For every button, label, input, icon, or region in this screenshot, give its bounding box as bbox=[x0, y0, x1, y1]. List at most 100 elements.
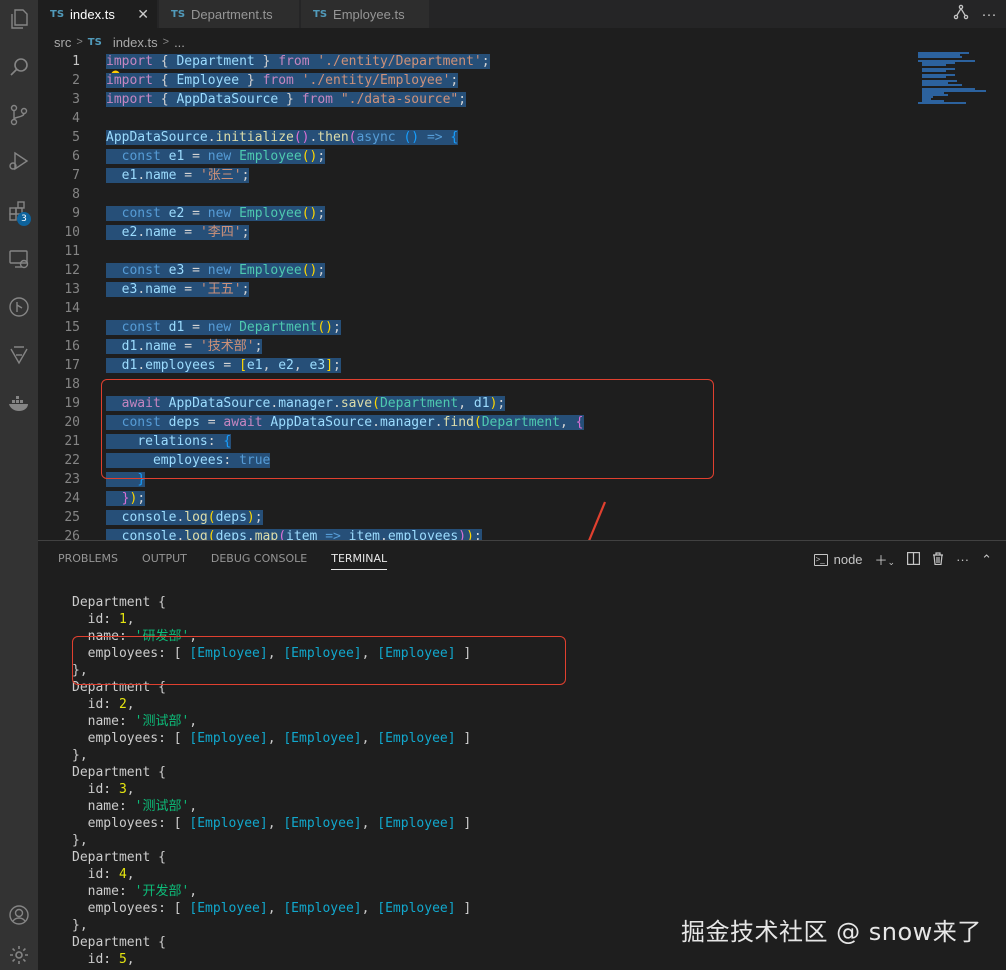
line-number: 5 bbox=[72, 130, 80, 145]
close-icon[interactable]: ✕ bbox=[137, 6, 149, 23]
breadcrumb-more[interactable]: ... bbox=[174, 35, 185, 50]
minimap-line bbox=[922, 76, 946, 78]
code-text: e2.name = '李四'; bbox=[106, 223, 250, 242]
terminal-employees-line: employees: [ [Employee], [Employee], [Em… bbox=[72, 901, 472, 916]
code-line[interactable]: 8 bbox=[38, 185, 918, 204]
code-line[interactable]: 4 bbox=[38, 109, 918, 128]
code-text: }); bbox=[106, 489, 146, 508]
code-text: console.log(deps.map(item => item.employ… bbox=[106, 527, 482, 540]
tab-label: Department.ts bbox=[191, 6, 273, 22]
code-line[interactable]: 2 import { Employee } from './entity/Empl… bbox=[38, 71, 918, 90]
line-number: 18 bbox=[64, 377, 80, 392]
typescript-file-icon: TS bbox=[50, 8, 65, 20]
line-number: 13 bbox=[64, 282, 80, 297]
editor-actions: ··· bbox=[950, 0, 1006, 28]
add-terminal-icon[interactable]: ＋⌄ bbox=[875, 550, 896, 569]
code-line[interactable]: 13 e3.name = '王五'; bbox=[38, 280, 918, 299]
breadcrumb-folder[interactable]: src bbox=[54, 35, 71, 50]
code-line[interactable]: 9 const e2 = new Employee(); bbox=[38, 204, 918, 223]
code-text: const e3 = new Employee(); bbox=[106, 261, 326, 280]
line-number: 25 bbox=[64, 510, 80, 525]
docker-icon[interactable] bbox=[0, 384, 38, 422]
breadcrumb-file[interactable]: index.ts bbox=[113, 35, 158, 50]
source-control-icon[interactable] bbox=[0, 96, 38, 134]
terminal-employees-line: employees: [ [Employee], [Employee], [Em… bbox=[72, 816, 472, 831]
terminal-name[interactable]: node bbox=[834, 552, 863, 567]
tab-index-ts[interactable]: TS index.ts ✕ bbox=[38, 0, 158, 28]
panel-actions: >_ node ＋⌄ ··· ⌃ bbox=[813, 550, 992, 569]
minimap-line bbox=[918, 56, 962, 58]
line-number: 24 bbox=[64, 491, 80, 506]
remote-explorer-icon[interactable] bbox=[0, 240, 38, 278]
source-graph-icon[interactable] bbox=[950, 4, 972, 24]
line-number: 1 bbox=[72, 54, 80, 69]
tab-employee-ts[interactable]: TS Employee.ts bbox=[301, 0, 430, 28]
tab-debug-console[interactable]: DEBUG CONSOLE bbox=[211, 552, 307, 570]
terminal-id-line: id: 1, bbox=[72, 612, 135, 627]
more-actions-icon[interactable]: ··· bbox=[978, 6, 1000, 23]
explorer-icon[interactable] bbox=[0, 0, 38, 38]
terminal-object-close: }, bbox=[72, 748, 88, 763]
more-actions-icon[interactable]: ··· bbox=[956, 552, 969, 567]
tab-problems[interactable]: PROBLEMS bbox=[58, 552, 118, 570]
terminal-object-header: Department { bbox=[72, 595, 166, 610]
code-text: const e2 = new Employee(); bbox=[106, 204, 326, 223]
terminal-id-line: id: 3, bbox=[72, 782, 135, 797]
code-line[interactable]: 15 const d1 = new Department(); bbox=[38, 318, 918, 337]
minimap[interactable] bbox=[918, 52, 992, 112]
activity-bar: 3 bbox=[0, 0, 38, 970]
chevron-right-icon: > bbox=[76, 36, 83, 48]
chevron-up-icon[interactable]: ⌃ bbox=[981, 552, 992, 568]
code-line[interactable]: 5 AppDataSource.initialize().then(async (… bbox=[38, 128, 918, 147]
code-line[interactable]: 14 bbox=[38, 299, 918, 318]
line-number: 7 bbox=[72, 168, 80, 183]
terminal-object-header: Department { bbox=[72, 850, 166, 865]
code-line[interactable]: 26 console.log(deps.map(item => item.emp… bbox=[38, 527, 918, 540]
breadcrumb: src > TS index.ts > ... bbox=[54, 33, 185, 51]
code-line[interactable]: 25 console.log(deps); bbox=[38, 508, 918, 527]
line-number: 17 bbox=[64, 358, 80, 373]
line-number: 23 bbox=[64, 472, 80, 487]
terminal-id-line: id: 2, bbox=[72, 697, 135, 712]
code-line[interactable]: 7 e1.name = '张三'; bbox=[38, 166, 918, 185]
watermark: 掘金技术社区 @ snow来了 bbox=[681, 918, 982, 946]
search-icon[interactable] bbox=[0, 48, 38, 86]
git-graph-icon[interactable] bbox=[0, 288, 38, 326]
code-line[interactable]: 24 }); bbox=[38, 489, 918, 508]
code-text: import { Employee } from './entity/Emplo… bbox=[106, 73, 459, 88]
line-number: 4 bbox=[72, 111, 80, 126]
testing-icon[interactable] bbox=[0, 336, 38, 374]
line-number: 10 bbox=[64, 225, 80, 240]
code-text: e1.name = '张三'; bbox=[106, 166, 250, 185]
minimap-line bbox=[922, 70, 946, 72]
tab-terminal[interactable]: TERMINAL bbox=[331, 552, 388, 570]
line-number: 14 bbox=[64, 301, 80, 316]
line-number: 22 bbox=[64, 453, 80, 468]
tab-department-ts[interactable]: TS Department.ts bbox=[159, 0, 300, 28]
split-terminal-icon[interactable] bbox=[907, 551, 921, 568]
extensions-icon[interactable]: 3 bbox=[0, 192, 38, 230]
code-line[interactable]: 6 const e1 = new Employee(); bbox=[38, 147, 918, 166]
code-line[interactable]: 17 d1.employees = [e1, e2, e3]; bbox=[38, 356, 918, 375]
line-number: 8 bbox=[72, 187, 80, 202]
panel-tabs: PROBLEMS OUTPUT DEBUG CONSOLE TERMINAL bbox=[58, 552, 388, 570]
code-line[interactable]: 16 d1.name = '技术部'; bbox=[38, 337, 918, 356]
code-line[interactable]: 12 const e3 = new Employee(); bbox=[38, 261, 918, 280]
typescript-file-icon: TS bbox=[87, 36, 102, 48]
terminal-employees-line: employees: [ [Employee], [Employee], [Em… bbox=[72, 731, 472, 746]
code-line[interactable]: 1 import { Department } from './entity/De… bbox=[38, 52, 918, 71]
minimap-line bbox=[922, 64, 946, 66]
code-line[interactable]: 3 import { AppDataSource } from "./data-s… bbox=[38, 90, 918, 109]
line-number: 15 bbox=[64, 320, 80, 335]
accounts-icon[interactable] bbox=[0, 896, 38, 934]
code-line[interactable]: 11 bbox=[38, 242, 918, 261]
code-text: console.log(deps); bbox=[106, 508, 263, 527]
code-line[interactable]: 10 e2.name = '李四'; bbox=[38, 223, 918, 242]
line-number: 12 bbox=[64, 263, 80, 278]
settings-gear-icon[interactable] bbox=[0, 936, 38, 970]
tab-output[interactable]: OUTPUT bbox=[142, 552, 187, 570]
trash-icon[interactable] bbox=[932, 551, 944, 568]
line-number: 9 bbox=[72, 206, 80, 221]
run-debug-icon[interactable] bbox=[0, 142, 38, 180]
line-number: 20 bbox=[64, 415, 80, 430]
